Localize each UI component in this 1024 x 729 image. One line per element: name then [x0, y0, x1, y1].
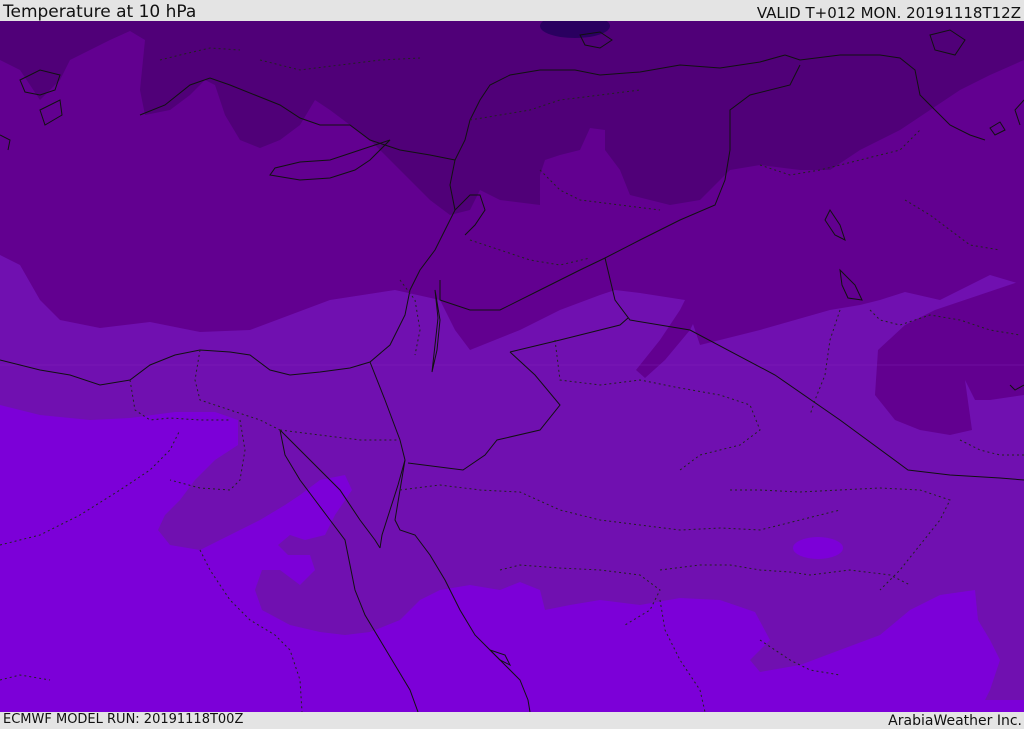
header-bar: Temperature at 10 hPa VALID T+012 MON. 2…: [0, 0, 1024, 21]
map-panel[interactable]: [0, 21, 1024, 712]
temperature-map: [0, 21, 1024, 712]
valid-time: VALID T+012 MON. 20191118T12Z: [756, 4, 1021, 22]
model-run: ECMWF MODEL RUN: 20191118T00Z: [3, 712, 244, 727]
credit-text: ArabiaWeather Inc.: [888, 713, 1022, 729]
map-title: Temperature at 10 hPa: [3, 2, 197, 22]
footer-bar: ECMWF MODEL RUN: 20191118T00Z ArabiaWeat…: [0, 712, 1024, 729]
temp-band-warm-spot: [793, 537, 843, 559]
